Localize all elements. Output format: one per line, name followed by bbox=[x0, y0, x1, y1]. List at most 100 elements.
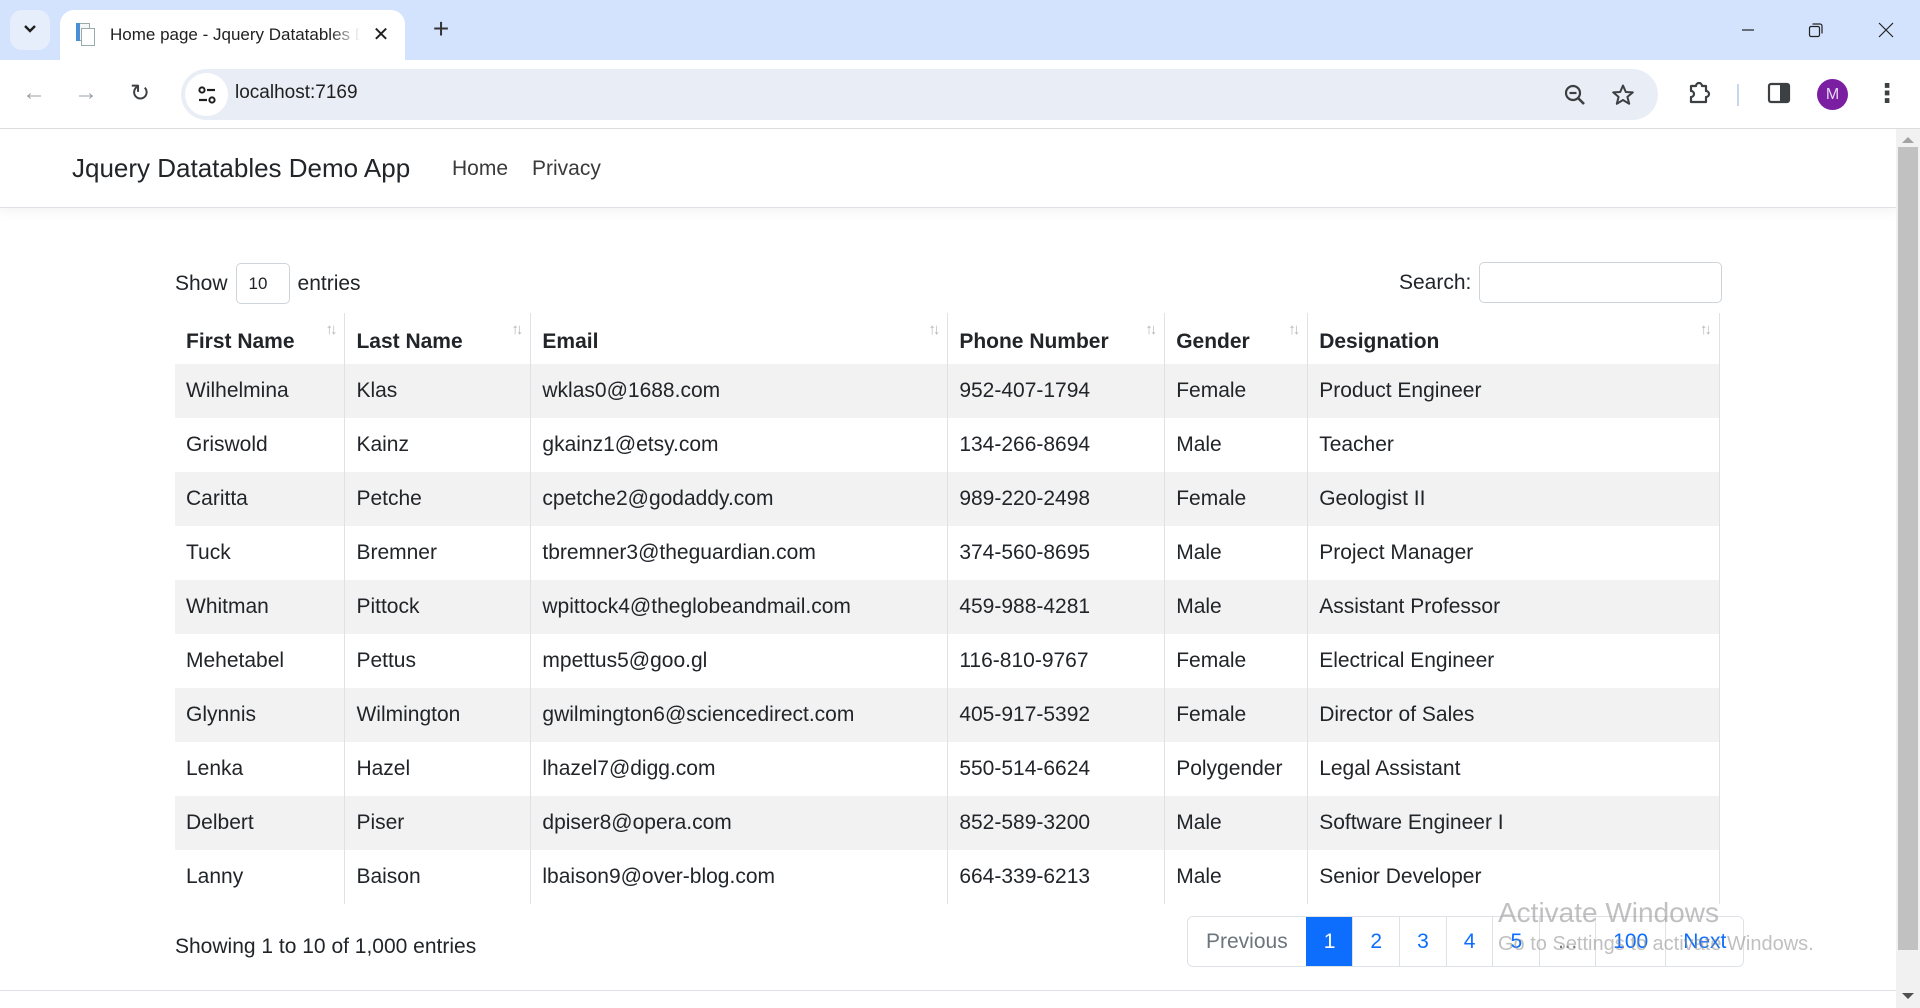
zoom-button[interactable] bbox=[1561, 81, 1589, 109]
table-row[interactable]: Glynnis Wilmington gwilmington6@sciencedir… bbox=[175, 688, 1720, 742]
cell-designation: Project Manager bbox=[1307, 526, 1720, 580]
sort-icon: ↑↓ bbox=[1700, 321, 1712, 338]
cell-designation: Geologist II bbox=[1307, 472, 1720, 526]
pagination-next[interactable]: Next bbox=[1665, 917, 1744, 966]
column-header-phone-number[interactable]: Phone Number ↑↓ bbox=[947, 313, 1165, 364]
nav-link-home[interactable]: Home bbox=[452, 157, 508, 181]
close-icon[interactable]: ✕ bbox=[369, 23, 393, 47]
table-row[interactable]: Wilhelmina Klas wklas0@1688.com 952-407-179… bbox=[175, 364, 1720, 418]
nav-link-privacy[interactable]: Privacy bbox=[532, 157, 601, 181]
back-button[interactable]: ← bbox=[14, 73, 54, 113]
side-panel-button[interactable] bbox=[1762, 76, 1796, 110]
site-info-button[interactable] bbox=[185, 73, 228, 116]
cell-first-name: Caritta bbox=[175, 472, 345, 526]
length-suffix-label: entries bbox=[297, 271, 361, 295]
cell-last-name: Klas bbox=[344, 364, 531, 418]
plus-icon: + bbox=[432, 13, 450, 44]
new-tab-button[interactable]: + bbox=[425, 14, 457, 46]
arrow-left-icon: ← bbox=[22, 79, 46, 106]
browser-tab-bar: Home page - Jquery Datatables Demo App ✕… bbox=[0, 0, 1920, 60]
column-header-gender[interactable]: Gender ↑↓ bbox=[1164, 313, 1308, 364]
cell-designation: Assistant Professor bbox=[1307, 580, 1720, 634]
column-header-designation[interactable]: Designation ↑↓ bbox=[1307, 313, 1720, 364]
table-row[interactable]: Whitman Pittock wpittock4@theglobeandmail.… bbox=[175, 580, 1720, 634]
window-close-button[interactable] bbox=[1866, 12, 1906, 48]
bookmark-button[interactable] bbox=[1609, 81, 1637, 109]
table-info: Showing 1 to 10 of 1,000 entries bbox=[175, 935, 477, 958]
forward-button[interactable]: → bbox=[66, 73, 106, 113]
tab-title: Home page - Jquery Datatables Demo App bbox=[110, 25, 360, 44]
cell-phone-number: 852-589-3200 bbox=[947, 796, 1165, 850]
cell-email: lhazel7@digg.com bbox=[530, 742, 948, 796]
pagination-page-4[interactable]: 4 bbox=[1445, 917, 1493, 966]
column-header-first-name[interactable]: First Name ↑↓ bbox=[175, 313, 345, 364]
pagination-page-5[interactable]: 5 bbox=[1492, 917, 1540, 966]
cell-designation: Senior Developer bbox=[1307, 850, 1720, 904]
table-row[interactable]: Delbert Piser dpiser8@opera.com 852-589-320… bbox=[175, 796, 1720, 850]
pagination-ellipsis: … bbox=[1539, 917, 1596, 966]
puzzle-icon bbox=[1689, 81, 1711, 104]
cell-designation: Electrical Engineer bbox=[1307, 634, 1720, 688]
cell-first-name: Griswold bbox=[175, 418, 345, 472]
url-text[interactable]: localhost:7169 bbox=[235, 82, 358, 104]
table-row[interactable]: Caritta Petche cpetche2@godaddy.com 989-220… bbox=[175, 472, 1720, 526]
table-row[interactable]: Tuck Bremner tbremner3@theguardian.com 374-… bbox=[175, 526, 1720, 580]
table-row[interactable]: Lenka Hazel lhazel7@digg.com 550-514-6624 Po… bbox=[175, 742, 1720, 796]
restore-button[interactable] bbox=[1796, 12, 1836, 48]
column-header-label: Phone Number bbox=[959, 329, 1109, 353]
reload-button[interactable]: ↻ bbox=[120, 73, 160, 113]
tab-search-button[interactable] bbox=[10, 10, 50, 50]
page-scrollbar[interactable] bbox=[1896, 129, 1920, 1008]
cell-gender: Female bbox=[1164, 364, 1308, 418]
scroll-up-arrow-icon[interactable] bbox=[1902, 137, 1914, 143]
search-label: Search: bbox=[1399, 270, 1472, 294]
cell-email: gwilmington6@sciencedirect.com bbox=[530, 688, 948, 742]
cell-last-name: Hazel bbox=[344, 742, 531, 796]
extensions-button[interactable] bbox=[1682, 76, 1716, 110]
search-input[interactable] bbox=[1479, 262, 1723, 303]
cell-phone-number: 459-988-4281 bbox=[947, 580, 1165, 634]
cell-phone-number: 116-810-9767 bbox=[947, 634, 1165, 688]
pagination-page-2[interactable]: 2 bbox=[1352, 917, 1400, 966]
pagination-previous[interactable]: Previous bbox=[1188, 917, 1306, 966]
cell-last-name: Wilmington bbox=[344, 688, 531, 742]
profile-avatar[interactable]: M bbox=[1817, 79, 1848, 110]
cell-gender: Male bbox=[1164, 526, 1308, 580]
column-header-last-name[interactable]: Last Name ↑↓ bbox=[344, 313, 531, 364]
kebab-menu-icon: ⋮ bbox=[1874, 77, 1900, 108]
cell-last-name: Kainz bbox=[344, 418, 531, 472]
cell-last-name: Piser bbox=[344, 796, 531, 850]
cell-designation: Software Engineer I bbox=[1307, 796, 1720, 850]
arrow-right-icon: → bbox=[74, 79, 98, 106]
cell-email: lbaison9@over-blog.com bbox=[530, 850, 948, 904]
column-header-label: First Name bbox=[186, 329, 295, 353]
entries-per-page-select[interactable]: 10 bbox=[235, 263, 290, 304]
cell-email: cpetche2@godaddy.com bbox=[530, 472, 948, 526]
pagination-page-1[interactable]: 1 bbox=[1305, 917, 1353, 966]
cell-last-name: Bremner bbox=[344, 526, 531, 580]
column-header-email[interactable]: Email ↑↓ bbox=[530, 313, 948, 364]
browser-tab-active[interactable]: Home page - Jquery Datatables Demo App ✕ bbox=[60, 10, 405, 60]
page-favicon-icon bbox=[74, 23, 96, 47]
table-row[interactable]: Lanny Baison lbaison9@over-blog.com 664-339… bbox=[175, 850, 1720, 904]
scroll-down-arrow-icon[interactable] bbox=[1902, 993, 1914, 999]
browser-menu-button[interactable]: ⋮ bbox=[1870, 76, 1904, 110]
restore-icon bbox=[1808, 23, 1823, 38]
reload-icon: ↻ bbox=[129, 79, 151, 107]
scrollbar-thumb[interactable] bbox=[1898, 147, 1918, 950]
cell-designation: Product Engineer bbox=[1307, 364, 1720, 418]
address-bar[interactable]: localhost:7169 bbox=[181, 69, 1658, 120]
cell-phone-number: 374-560-8695 bbox=[947, 526, 1165, 580]
minimize-button[interactable] bbox=[1728, 12, 1768, 48]
navbar-brand[interactable]: Jquery Datatables Demo App bbox=[72, 153, 410, 184]
table-row[interactable]: Mehetabel Pettus mpettus5@goo.gl 116-810-97… bbox=[175, 634, 1720, 688]
table-row[interactable]: Griswold Kainz gkainz1@etsy.com 134-266-869… bbox=[175, 418, 1720, 472]
pagination-page-100[interactable]: 100 bbox=[1595, 917, 1666, 966]
cell-last-name: Pittock bbox=[344, 580, 531, 634]
cell-gender: Female bbox=[1164, 688, 1308, 742]
sort-icon: ↑↓ bbox=[1145, 321, 1157, 338]
cell-phone-number: 405-917-5392 bbox=[947, 688, 1165, 742]
cell-last-name: Petche bbox=[344, 472, 531, 526]
pagination-page-3[interactable]: 3 bbox=[1399, 917, 1446, 966]
cell-first-name: Mehetabel bbox=[175, 634, 345, 688]
